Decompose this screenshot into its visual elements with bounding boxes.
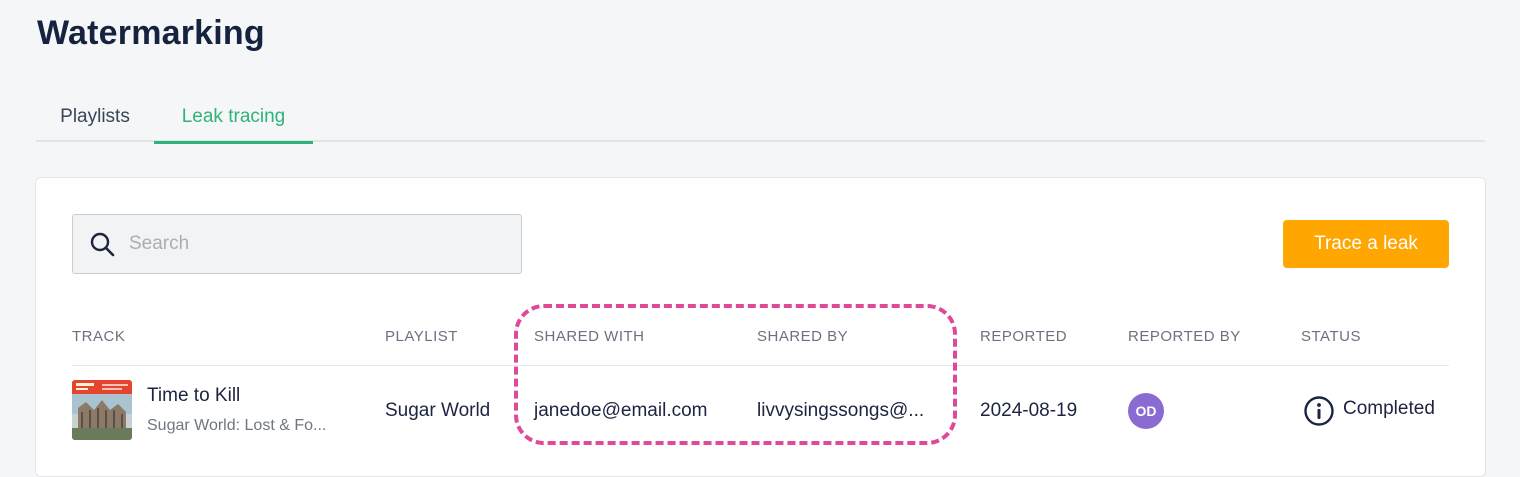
cell-shared-with: janedoe@email.com [534, 400, 708, 421]
tab-bar: Playlists Leak tracing [36, 96, 1485, 144]
status-text: Completed [1343, 398, 1435, 419]
column-header-status: STATUS [1301, 328, 1361, 345]
search-input[interactable] [129, 215, 509, 273]
column-header-reported-by: REPORTED BY [1128, 328, 1241, 345]
avatar: OD [1128, 393, 1164, 429]
search-icon [90, 232, 115, 257]
cell-reported: 2024-08-19 [980, 400, 1078, 421]
column-header-shared-by: SHARED BY [757, 328, 849, 345]
info-icon [1304, 396, 1334, 426]
trace-a-leak-button[interactable]: Trace a leak [1283, 220, 1449, 268]
header-divider [72, 365, 1449, 366]
page-title: Watermarking [37, 14, 265, 52]
tab-leak-tracing[interactable]: Leak tracing [154, 96, 313, 144]
column-header-playlist: PLAYLIST [385, 328, 458, 345]
leak-tracing-card: Trace a leak TRACK PLAYLIST SHARED WITH … [35, 177, 1486, 477]
album-artwork-thumbnail [72, 380, 132, 440]
track-title[interactable]: Time to Kill [147, 385, 240, 407]
track-album-subtitle: Sugar World: Lost & Fo... [147, 417, 327, 434]
search-box[interactable] [72, 214, 522, 274]
tab-playlists[interactable]: Playlists [36, 96, 154, 142]
column-header-shared-with: SHARED WITH [534, 328, 645, 345]
column-header-track: TRACK [72, 328, 126, 345]
column-header-reported: REPORTED [980, 328, 1068, 345]
cell-playlist: Sugar World [385, 400, 491, 421]
cell-shared-by: livvysingssongs@... [757, 400, 925, 421]
